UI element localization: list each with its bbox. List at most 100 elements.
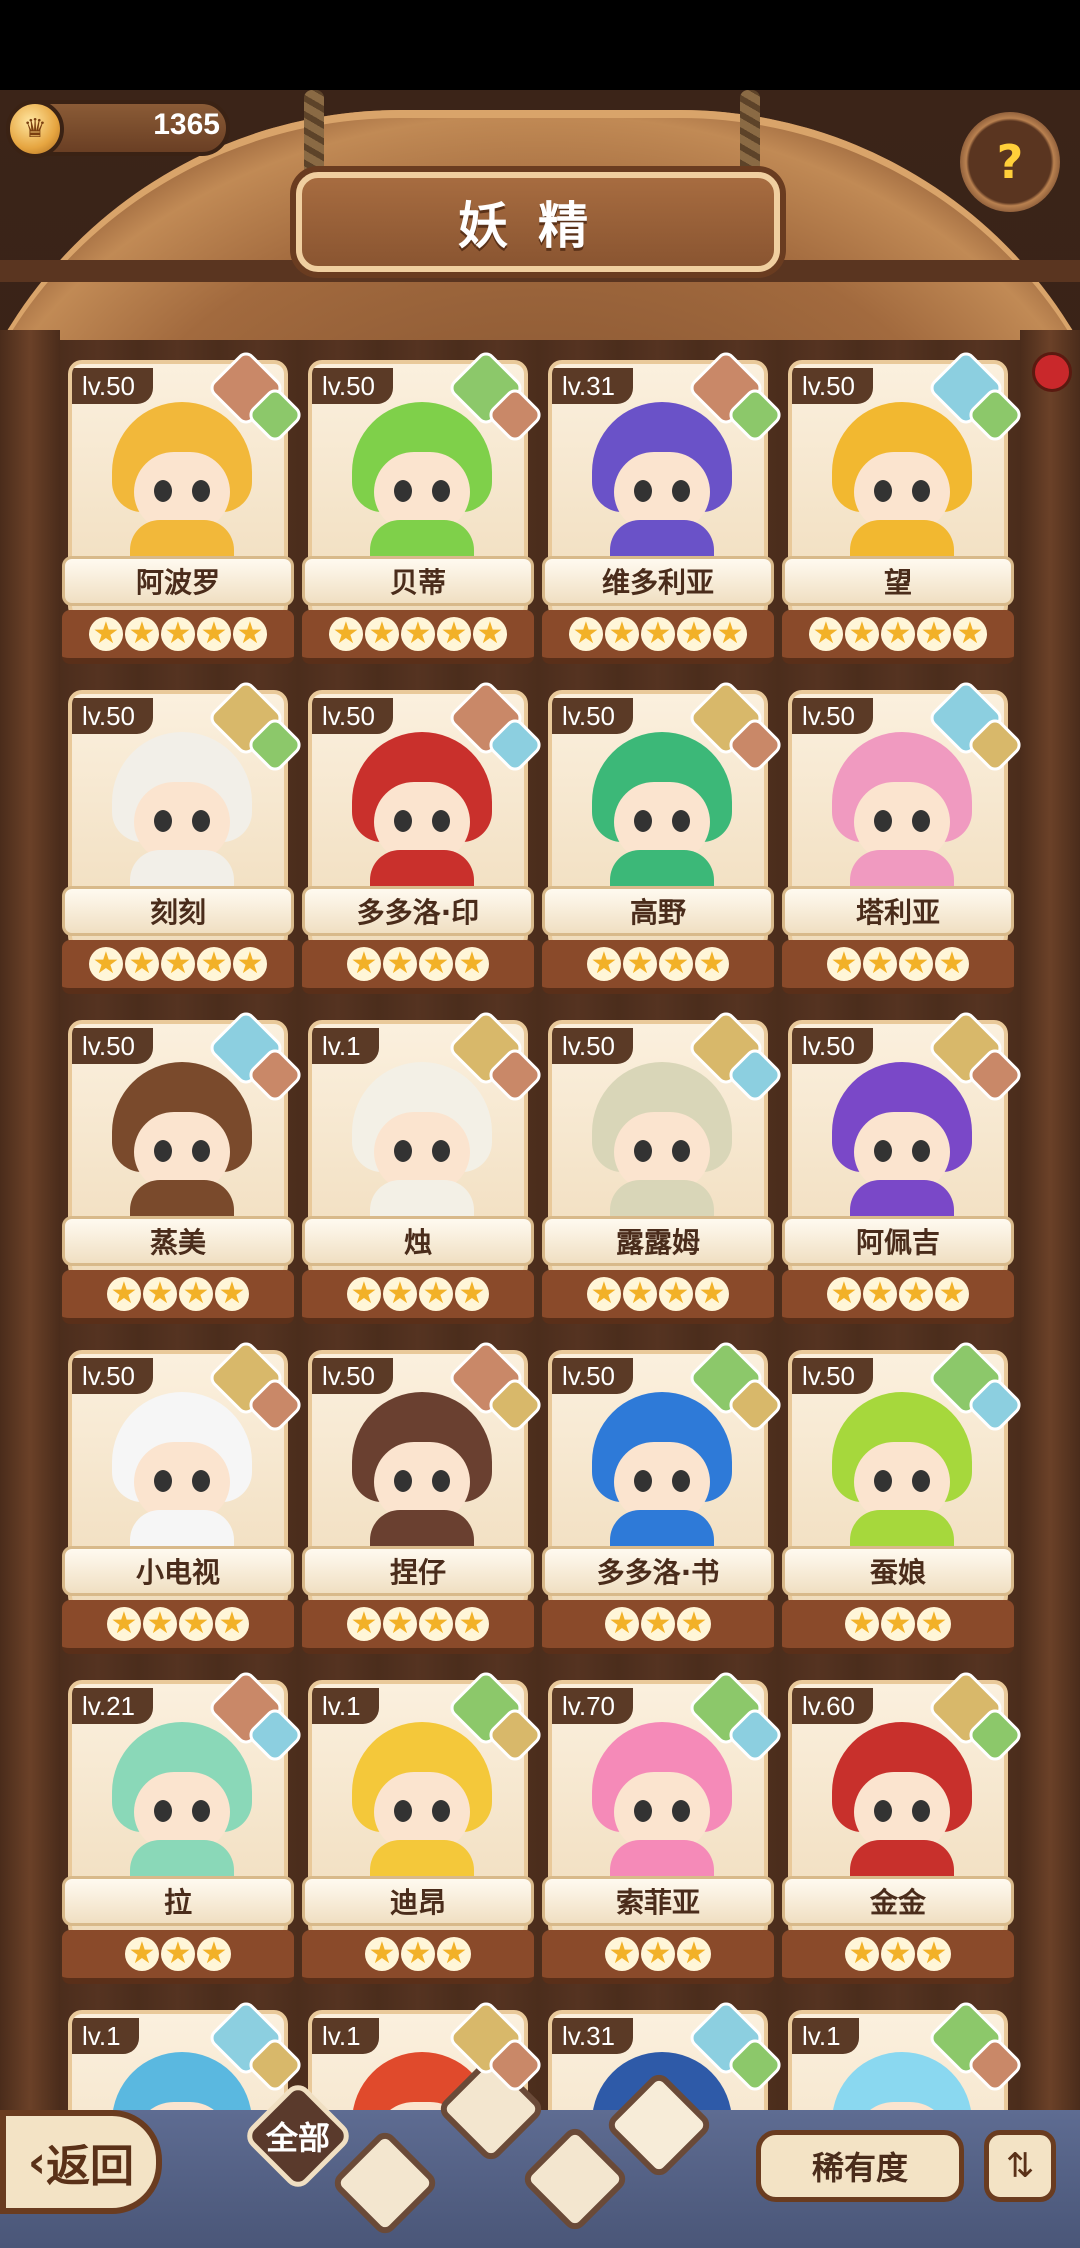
star-rating [302,1930,534,1984]
level-badge: lv.1 [312,1688,379,1724]
star-rating [782,610,1014,664]
star-icon [233,617,267,651]
star-rating [62,610,294,664]
star-icon [347,1277,381,1311]
eye [192,810,210,832]
star-icon [89,947,123,981]
notification-dot [1032,352,1072,392]
fairy-name: 迪昂 [389,1886,446,1919]
star-icon [383,947,417,981]
fairy-portrait [342,1392,502,1570]
fairy-portrait [342,732,502,910]
fairy-portrait [822,1062,982,1240]
eye [634,810,652,832]
fairy-card[interactable]: lv.50 小电视 [62,1338,305,1656]
star-icon [89,617,123,651]
fairy-card[interactable]: lv.31 维多利亚 [542,348,785,666]
level-badge: lv.50 [552,698,633,734]
fairy-name: 高野 [629,896,686,929]
fairy-card[interactable]: lv.50 塔利亚 [782,678,1025,996]
name-banner: 维多利亚 [542,556,774,606]
level-badge: lv.1 [792,2018,859,2054]
star-icon [881,1607,915,1641]
help-icon: ? [996,135,1024,189]
fairy-collection-screen: ♛ 1365 妖精 ? lv.50 阿波罗 lv.50 贝蒂 lv.31 维多利亚 lv.5… [0,0,1080,2248]
fairy-portrait [102,1392,262,1570]
fairy-card[interactable]: lv.50 蒸美 [62,1008,305,1326]
star-icon [845,1607,879,1641]
eye [874,1800,892,1822]
eye [634,1800,652,1822]
name-banner: 烛 [302,1216,534,1266]
fairy-card[interactable]: lv.50 多多洛·书 [542,1338,785,1656]
sort-order-button[interactable]: ⇅ [984,2130,1056,2202]
name-banner: 金金 [782,1876,1014,1926]
level-badge: lv.50 [312,698,393,734]
fairy-name: 捏仔 [389,1556,446,1589]
star-rating [782,1930,1014,1984]
back-button[interactable]: ‹ 返回 [0,2110,162,2214]
star-icon [401,617,435,651]
star-icon [365,1937,399,1971]
eye [634,480,652,502]
fairy-card[interactable]: lv.50 贝蒂 [302,348,545,666]
level-badge: lv.50 [552,1358,633,1394]
fairy-card[interactable]: lv.50 多多洛·印 [302,678,545,996]
eye [634,1470,652,1492]
fairy-portrait [582,1722,742,1900]
fairy-portrait [822,402,982,580]
fairy-card[interactable]: lv.50 刻刻 [62,678,305,996]
level-badge: lv.50 [72,1028,153,1064]
name-banner: 多多洛·书 [542,1546,774,1596]
level-badge: lv.21 [72,1688,153,1724]
fairy-name: 塔利亚 [855,896,940,929]
star-icon [329,617,363,651]
filter-all-button[interactable]: 全部 [238,2079,358,2193]
fairy-name: 蒸美 [149,1226,206,1259]
fairy-card[interactable]: lv.60 金金 [782,1668,1025,1986]
star-icon [365,617,399,651]
fairy-portrait [102,402,262,580]
fairy-card[interactable]: lv.50 阿佩吉 [782,1008,1025,1326]
fairy-portrait [102,732,262,910]
left-pillar [0,330,60,2150]
eye [394,1140,412,1162]
fairy-card[interactable]: lv.1 迪昂 [302,1668,545,1986]
fairy-card[interactable]: lv.50 露露姆 [542,1008,785,1326]
fairy-portrait [582,402,742,580]
star-icon [863,947,897,981]
fairy-card[interactable]: lv.50 高野 [542,678,785,996]
star-icon [917,1607,951,1641]
star-icon [587,1277,621,1311]
level-badge: lv.50 [72,1358,153,1394]
fairy-name: 贝蒂 [389,566,446,599]
name-banner: 阿波罗 [62,556,294,606]
fairy-name: 索菲亚 [615,1886,700,1919]
star-icon [383,1277,417,1311]
coin-icon: ♛ [6,100,64,158]
eye [672,480,690,502]
star-rating [782,1270,1014,1324]
rarity-sort-button[interactable]: 稀有度 [756,2130,964,2202]
fairy-card[interactable]: lv.50 望 [782,348,1025,666]
name-banner: 多多洛·印 [302,886,534,936]
fairy-card[interactable]: lv.1 烛 [302,1008,545,1326]
fairy-card[interactable]: lv.50 捏仔 [302,1338,545,1656]
star-rating [62,940,294,994]
help-button[interactable]: ? [960,112,1060,212]
star-icon [419,1277,453,1311]
star-icon [641,617,675,651]
eye [912,810,930,832]
fairy-card[interactable]: lv.70 索菲亚 [542,1668,785,1986]
star-icon [161,947,195,981]
eye [154,810,172,832]
star-rating [62,1270,294,1324]
star-icon [899,1277,933,1311]
fairy-name: 露露姆 [615,1226,700,1259]
star-icon [605,1937,639,1971]
name-banner: 贝蒂 [302,556,534,606]
name-banner: 望 [782,556,1014,606]
fairy-card[interactable]: lv.50 蚕娘 [782,1338,1025,1656]
fairy-card[interactable]: lv.50 阿波罗 [62,348,305,666]
fairy-card[interactable]: lv.21 拉 [62,1668,305,1986]
